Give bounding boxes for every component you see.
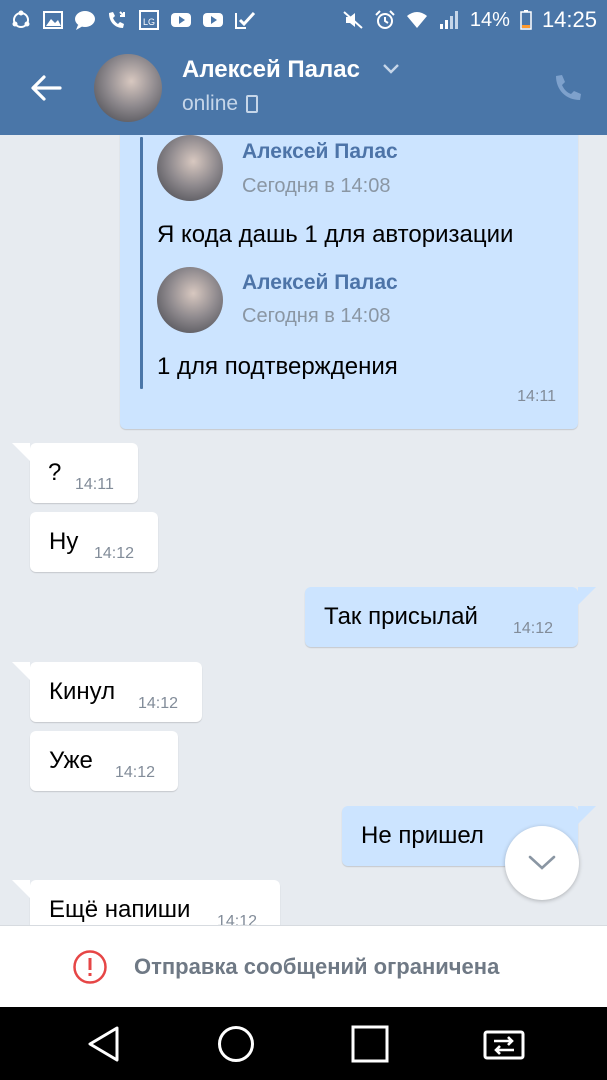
message-text: Кинул bbox=[49, 678, 116, 705]
forwarded-date: Сегодня в 14:08 bbox=[242, 305, 391, 327]
forwarded-text: 1 для подтверждения bbox=[157, 353, 398, 380]
status-text: online bbox=[182, 92, 239, 115]
forward-bar bbox=[140, 137, 143, 389]
message-text: Ну bbox=[49, 528, 79, 555]
forwarded-text: Я кода дашь 1 для авторизации bbox=[157, 221, 514, 248]
message-time: 14:12 bbox=[94, 545, 135, 562]
contact-name[interactable]: Алексей Палас bbox=[182, 56, 360, 84]
check-icon bbox=[234, 10, 256, 30]
restriction-text: Отправка сообщений ограничена bbox=[134, 954, 500, 979]
message-time: 14:12 bbox=[138, 695, 179, 712]
switch-app-nav-button[interactable] bbox=[482, 1024, 525, 1064]
avatar bbox=[157, 135, 223, 201]
message-text: Не пришел bbox=[361, 822, 484, 849]
back-button[interactable] bbox=[28, 70, 64, 106]
phone-icon bbox=[556, 75, 581, 100]
scroll-to-bottom-button[interactable] bbox=[505, 826, 579, 900]
youtube-icon bbox=[170, 10, 192, 30]
dual-window-icon bbox=[483, 1030, 525, 1060]
forwarded-date: Сегодня в 14:08 bbox=[242, 175, 391, 197]
square-recents-icon bbox=[351, 1025, 389, 1063]
message-bubble[interactable]: Ну 14:12 bbox=[30, 512, 158, 572]
gallery-icon bbox=[42, 10, 64, 30]
notification-icons: LG bbox=[10, 10, 256, 30]
message-time: 14:12 bbox=[513, 620, 554, 637]
forwarded-author[interactable]: Алексей Палас bbox=[242, 140, 398, 164]
triangle-back-icon bbox=[88, 1026, 119, 1062]
message-bubble[interactable]: Уже 14:12 bbox=[30, 731, 178, 791]
missed-call-icon bbox=[106, 10, 128, 30]
online-status: online bbox=[182, 92, 259, 116]
status-bar: LG 14% 14:25 bbox=[0, 0, 607, 40]
battery-percent: 14% bbox=[469, 8, 510, 31]
home-nav-button[interactable] bbox=[216, 1024, 256, 1064]
call-button[interactable] bbox=[550, 72, 584, 106]
message-bubble[interactable]: Кинул 14:12 bbox=[12, 662, 202, 722]
message-time: 14:11 bbox=[75, 476, 114, 493]
message-text: Ещё напиши bbox=[49, 896, 191, 923]
system-icons: 14% 14:25 bbox=[342, 7, 597, 33]
message-bubble[interactable]: Ещё напиши 14:12 bbox=[12, 880, 280, 925]
avatar bbox=[157, 267, 223, 333]
forwarded-author[interactable]: Алексей Палас bbox=[242, 271, 398, 295]
wifi-icon bbox=[406, 10, 428, 30]
message-bubble[interactable]: ? 14:11 bbox=[12, 443, 138, 503]
chevron-down-icon[interactable] bbox=[382, 62, 400, 76]
message-text: Так присылай bbox=[324, 603, 478, 630]
alert-icon bbox=[73, 950, 107, 984]
message-text: Уже bbox=[49, 747, 93, 774]
mobile-icon bbox=[246, 95, 259, 113]
message-bubble[interactable]: Так присылай 14:12 bbox=[305, 587, 596, 647]
message-time: 14:11 bbox=[517, 388, 556, 405]
lg-icon: LG bbox=[138, 10, 160, 30]
arrow-left-icon bbox=[31, 75, 62, 101]
avatar[interactable] bbox=[94, 54, 162, 122]
forwarded-message[interactable]: Алексей Палас Сегодня в 14:08 Я кода даш… bbox=[120, 135, 578, 429]
chat-header: Алексей Палас online bbox=[0, 40, 607, 135]
signal-icon bbox=[438, 10, 460, 30]
chat-icon bbox=[74, 10, 96, 30]
message-time: 14:12 bbox=[217, 913, 258, 925]
svg-text:LG: LG bbox=[143, 17, 155, 27]
message-text: ? bbox=[48, 459, 62, 486]
clock: 14:25 bbox=[541, 7, 597, 32]
message-list[interactable]: Алексей Палас Сегодня в 14:08 Я кода даш… bbox=[0, 135, 607, 925]
circle-home-icon bbox=[218, 1026, 254, 1062]
navigation-bar bbox=[0, 1007, 607, 1080]
chevron-down-icon bbox=[528, 855, 556, 870]
mute-icon bbox=[342, 10, 364, 30]
message-time: 14:12 bbox=[115, 764, 156, 781]
back-nav-button[interactable] bbox=[84, 1024, 124, 1064]
youtube-icon bbox=[202, 10, 224, 30]
sync-icon bbox=[10, 10, 32, 30]
messaging-restricted-bar: Отправка сообщений ограничена bbox=[0, 925, 607, 1007]
battery-icon bbox=[520, 10, 532, 30]
alarm-icon bbox=[374, 10, 396, 30]
recents-nav-button[interactable] bbox=[350, 1024, 390, 1064]
